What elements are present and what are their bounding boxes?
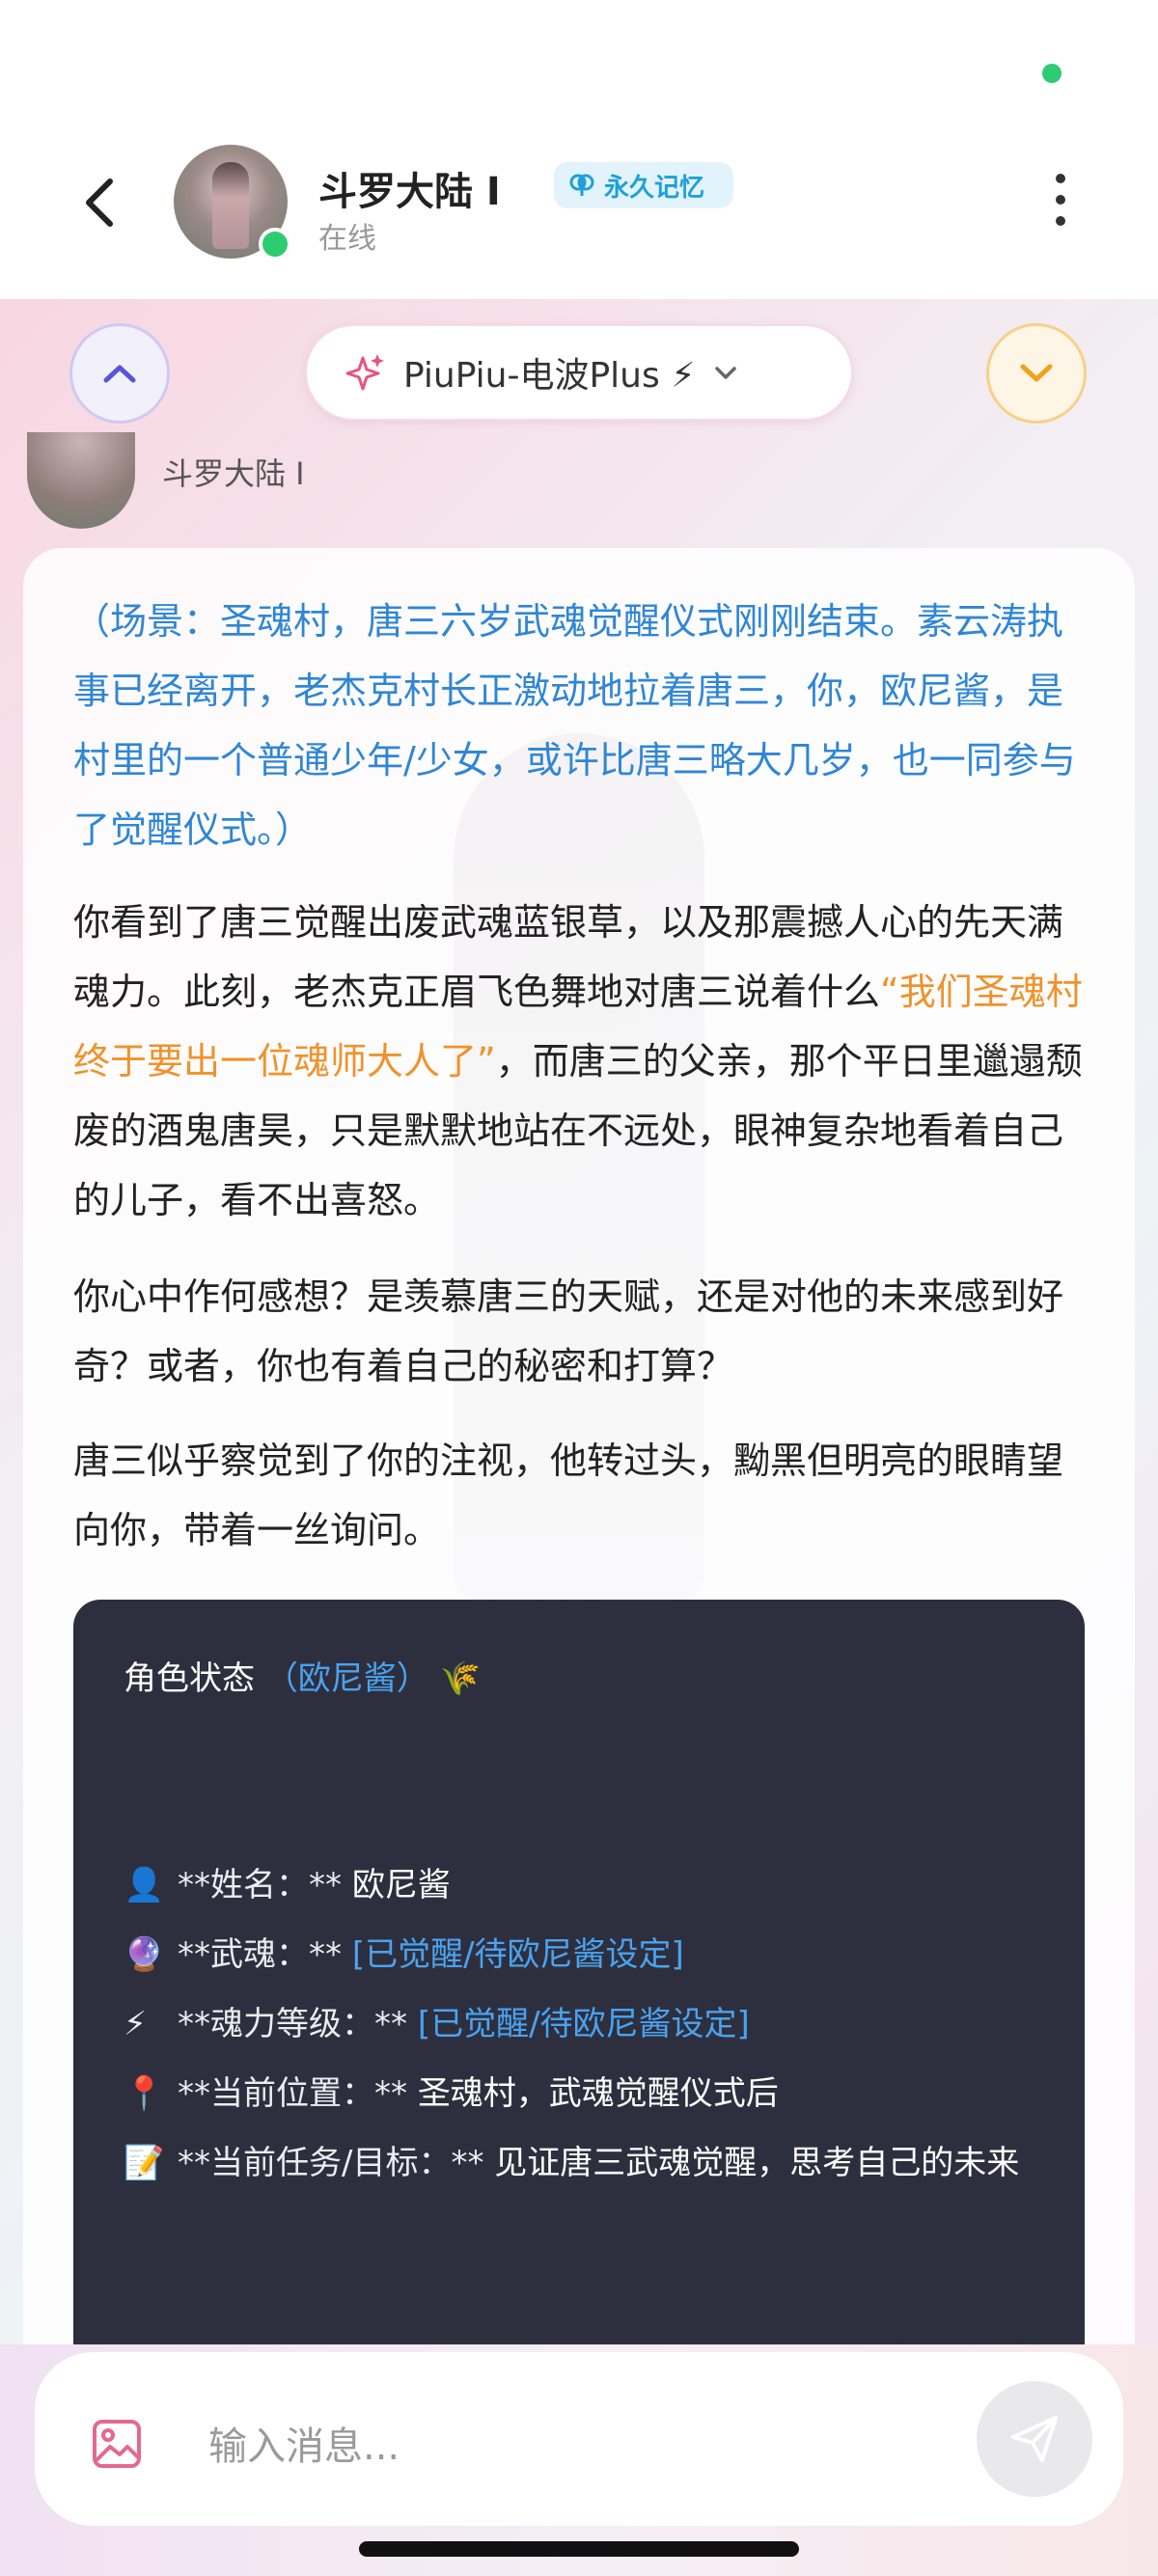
back-arrow-icon[interactable] <box>77 174 125 232</box>
message-input-container[interactable] <box>35 2352 1123 2526</box>
crystal-ball-icon: 🔮 <box>124 1935 165 1974</box>
chevron-down-icon <box>1020 364 1053 382</box>
send-icon <box>1011 2416 1058 2462</box>
online-status-dot <box>259 228 291 260</box>
chevron-down-icon <box>715 367 737 379</box>
narration-paragraph: 你心中作何感想？是羡慕唐三的天赋，还是对他的未来感到好奇？或者，你也有着自己的秘… <box>73 1275 1064 1387</box>
status-row-task: 📝 **当前任务/目标：** 见证唐三武魂觉醒，思考自己的未来 <box>124 2128 1040 2198</box>
narration-paragraph: 唐三似乎察觉到了你的注视，他转过头，黝黑但明亮的眼睛望向你，带着一丝询问。 <box>73 1439 1064 1551</box>
scroll-up-button[interactable] <box>69 323 170 424</box>
person-icon: 👤 <box>124 1866 165 1905</box>
sparkle-icon <box>345 354 384 391</box>
model-name: PiuPiu-电波Plus ⚡ <box>403 356 696 396</box>
brain-icon <box>569 174 594 196</box>
home-indicator <box>359 2541 799 2557</box>
status-indicator-dot <box>1042 64 1062 83</box>
narration-paragraph: 你看到了唐三觉醒出废武魂蓝银草，以及那震撼人心的先天满魂力。此刻，老杰克正眉飞色… <box>73 901 1083 1221</box>
status-row-martial-soul: 🔮 **武魂：** [已觉醒/待欧尼酱设定] <box>124 1920 684 1989</box>
chat-title: 斗罗大陆 I <box>318 170 501 214</box>
memory-badge-label: 永久记忆 <box>604 173 705 203</box>
status-card-title: 角色状态 （欧尼酱） 🌾 <box>124 1659 481 1698</box>
sender-name: 斗罗大陆 I <box>162 455 305 492</box>
more-menu-icon[interactable] <box>1046 174 1075 232</box>
memo-icon: 📝 <box>124 2144 165 2182</box>
send-button[interactable] <box>977 2381 1092 2497</box>
memory-badge[interactable]: 永久记忆 <box>554 162 733 208</box>
scroll-down-button[interactable] <box>986 323 1087 424</box>
status-row-soul-level: ⚡ **魂力等级：** [已觉醒/待欧尼酱设定] <box>124 1989 750 2059</box>
pin-icon: 📍 <box>124 2074 165 2113</box>
online-status-text: 在线 <box>318 222 376 256</box>
wheat-icon: 🌾 <box>439 1659 481 1698</box>
status-row-location: 📍 **当前位置：** 圣魂村，武魂觉醒仪式后 <box>124 2059 779 2128</box>
scene-description: （场景：圣魂村，唐三六岁武魂觉醒仪式刚刚结束。素云涛执事已经离开，老杰克村长正激… <box>73 600 1076 851</box>
lightning-icon: ⚡ <box>124 2005 147 2043</box>
message-input[interactable]: 输入消息... <box>208 2415 400 2471</box>
status-row-name: 👤 **姓名：** 欧尼酱 <box>124 1850 451 1920</box>
chevron-up-icon <box>103 365 136 383</box>
image-upload-icon[interactable] <box>91 2418 143 2470</box>
model-selector[interactable]: PiuPiu-电波Plus ⚡ <box>305 324 853 421</box>
